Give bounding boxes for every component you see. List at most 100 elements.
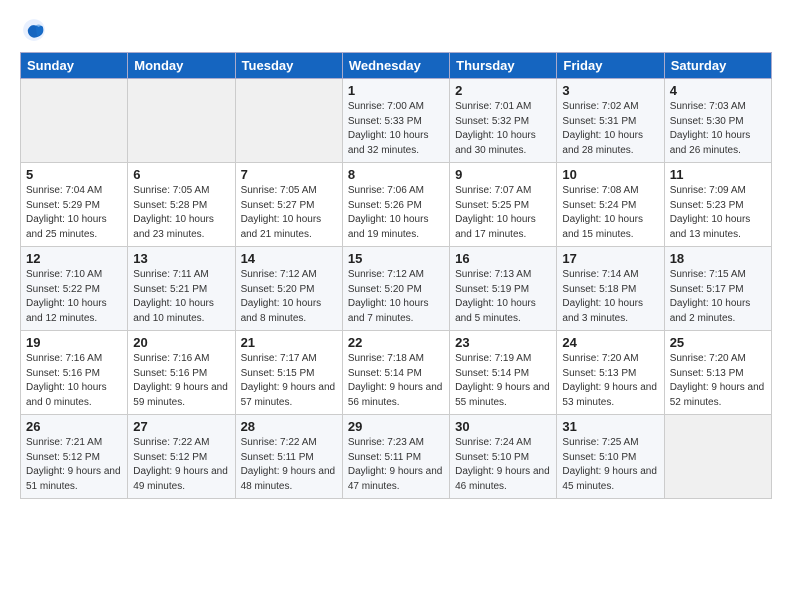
day-number: 3: [562, 83, 658, 98]
day-number: 26: [26, 419, 122, 434]
calendar-cell: 31 Sunrise: 7:25 AM Sunset: 5:10 PM Dayli…: [557, 415, 664, 499]
day-detail: Sunrise: 7:10 AM Sunset: 5:22 PM Dayligh…: [26, 268, 122, 326]
day-header-tuesday: Tuesday: [235, 53, 342, 79]
day-detail: Sunrise: 7:19 AM Sunset: 5:14 PM Dayligh…: [455, 352, 551, 410]
day-detail: Sunrise: 7:06 AM Sunset: 5:26 PM Dayligh…: [348, 184, 444, 242]
calendar-cell: 2 Sunrise: 7:01 AM Sunset: 5:32 PM Daylig…: [450, 79, 557, 163]
calendar-week-2: 5 Sunrise: 7:04 AM Sunset: 5:29 PM Daylig…: [21, 163, 772, 247]
day-detail: Sunrise: 7:04 AM Sunset: 5:29 PM Dayligh…: [26, 184, 122, 242]
day-detail: Sunrise: 7:11 AM Sunset: 5:21 PM Dayligh…: [133, 268, 229, 326]
day-detail: Sunrise: 7:23 AM Sunset: 5:11 PM Dayligh…: [348, 436, 444, 494]
day-number: 25: [670, 335, 766, 350]
calendar-cell: 16Sunrise: 7:13 AM Sunset: 5:19 PM Dayli…: [450, 247, 557, 331]
day-number: 23: [455, 335, 551, 350]
day-number: 16: [455, 251, 551, 266]
day-detail: Sunrise: 7:14 AM Sunset: 5:18 PM Dayligh…: [562, 268, 658, 326]
calendar-cell: 6Sunrise: 7:05 AM Sunset: 5:28 PM Daylig…: [128, 163, 235, 247]
calendar-cell: 4 Sunrise: 7:03 AM Sunset: 5:30 PM Daylig…: [664, 79, 771, 163]
calendar-cell: [128, 79, 235, 163]
day-number: 4: [670, 83, 766, 98]
day-detail: Sunrise: 7:24 AM Sunset: 5:10 PM Dayligh…: [455, 436, 551, 494]
day-number: 9: [455, 167, 551, 182]
day-number: 10: [562, 167, 658, 182]
day-number: 22: [348, 335, 444, 350]
day-detail: Sunrise: 7:09 AM Sunset: 5:23 PM Dayligh…: [670, 184, 766, 242]
logo: [20, 16, 52, 44]
calendar-cell: 18Sunrise: 7:15 AM Sunset: 5:17 PM Dayli…: [664, 247, 771, 331]
calendar-cell: 28Sunrise: 7:22 AM Sunset: 5:11 PM Dayli…: [235, 415, 342, 499]
calendar-cell: 19 Sunrise: 7:16 AM Sunset: 5:16 PM Dayli…: [21, 331, 128, 415]
day-number: 17: [562, 251, 658, 266]
calendar-cell: 3 Sunrise: 7:02 AM Sunset: 5:31 PM Daylig…: [557, 79, 664, 163]
calendar-week-5: 26Sunrise: 7:21 AM Sunset: 5:12 PM Dayli…: [21, 415, 772, 499]
day-detail: Sunrise: 7:12 AM Sunset: 5:20 PM Dayligh…: [348, 268, 444, 326]
day-header-friday: Friday: [557, 53, 664, 79]
calendar-cell: 25 Sunrise: 7:20 AM Sunset: 5:13 PM Dayli…: [664, 331, 771, 415]
day-number: 20: [133, 335, 229, 350]
day-detail: Sunrise: 7:05 AM Sunset: 5:27 PM Dayligh…: [241, 184, 337, 242]
calendar-cell: 22 Sunrise: 7:18 AM Sunset: 5:14 PM Dayli…: [342, 331, 449, 415]
calendar-cell: 7Sunrise: 7:05 AM Sunset: 5:27 PM Daylig…: [235, 163, 342, 247]
day-detail: Sunrise: 7:08 AM Sunset: 5:24 PM Dayligh…: [562, 184, 658, 242]
calendar-header: SundayMondayTuesdayWednesdayThursdayFrid…: [21, 53, 772, 79]
day-detail: Sunrise: 7:16 AM Sunset: 5:16 PM Dayligh…: [26, 352, 122, 410]
calendar-cell: 14 Sunrise: 7:12 AM Sunset: 5:20 PM Dayli…: [235, 247, 342, 331]
calendar-week-1: 1Sunrise: 7:00 AM Sunset: 5:33 PM Daylig…: [21, 79, 772, 163]
header: [20, 16, 772, 44]
day-number: 31: [562, 419, 658, 434]
calendar-week-3: 12Sunrise: 7:10 AM Sunset: 5:22 PM Dayli…: [21, 247, 772, 331]
calendar-cell: 11 Sunrise: 7:09 AM Sunset: 5:23 PM Dayli…: [664, 163, 771, 247]
day-detail: Sunrise: 7:18 AM Sunset: 5:14 PM Dayligh…: [348, 352, 444, 410]
calendar-cell: 20 Sunrise: 7:16 AM Sunset: 5:16 PM Dayli…: [128, 331, 235, 415]
calendar-cell: 1Sunrise: 7:00 AM Sunset: 5:33 PM Daylig…: [342, 79, 449, 163]
calendar-table: SundayMondayTuesdayWednesdayThursdayFrid…: [20, 52, 772, 499]
day-number: 8: [348, 167, 444, 182]
day-detail: Sunrise: 7:02 AM Sunset: 5:31 PM Dayligh…: [562, 100, 658, 158]
day-number: 5: [26, 167, 122, 182]
day-header-saturday: Saturday: [664, 53, 771, 79]
calendar-cell: 26Sunrise: 7:21 AM Sunset: 5:12 PM Dayli…: [21, 415, 128, 499]
logo-icon: [20, 16, 48, 44]
day-detail: Sunrise: 7:03 AM Sunset: 5:30 PM Dayligh…: [670, 100, 766, 158]
day-number: 28: [241, 419, 337, 434]
calendar-cell: 8 Sunrise: 7:06 AM Sunset: 5:26 PM Daylig…: [342, 163, 449, 247]
calendar-cell: 13 Sunrise: 7:11 AM Sunset: 5:21 PM Dayli…: [128, 247, 235, 331]
day-detail: Sunrise: 7:22 AM Sunset: 5:12 PM Dayligh…: [133, 436, 229, 494]
calendar-cell: 24 Sunrise: 7:20 AM Sunset: 5:13 PM Dayli…: [557, 331, 664, 415]
day-detail: Sunrise: 7:16 AM Sunset: 5:16 PM Dayligh…: [133, 352, 229, 410]
day-number: 29: [348, 419, 444, 434]
calendar-cell: [21, 79, 128, 163]
day-number: 19: [26, 335, 122, 350]
day-number: 2: [455, 83, 551, 98]
calendar-cell: 30Sunrise: 7:24 AM Sunset: 5:10 PM Dayli…: [450, 415, 557, 499]
day-number: 24: [562, 335, 658, 350]
day-number: 13: [133, 251, 229, 266]
calendar-cell: 27 Sunrise: 7:22 AM Sunset: 5:12 PM Dayli…: [128, 415, 235, 499]
calendar-cell: [235, 79, 342, 163]
day-number: 14: [241, 251, 337, 266]
day-detail: Sunrise: 7:17 AM Sunset: 5:15 PM Dayligh…: [241, 352, 337, 410]
day-detail: Sunrise: 7:15 AM Sunset: 5:17 PM Dayligh…: [670, 268, 766, 326]
day-detail: Sunrise: 7:12 AM Sunset: 5:20 PM Dayligh…: [241, 268, 337, 326]
calendar-cell: 23 Sunrise: 7:19 AM Sunset: 5:14 PM Dayli…: [450, 331, 557, 415]
day-detail: Sunrise: 7:07 AM Sunset: 5:25 PM Dayligh…: [455, 184, 551, 242]
day-detail: Sunrise: 7:05 AM Sunset: 5:28 PM Dayligh…: [133, 184, 229, 242]
calendar-cell: 29 Sunrise: 7:23 AM Sunset: 5:11 PM Dayli…: [342, 415, 449, 499]
calendar-cell: 17 Sunrise: 7:14 AM Sunset: 5:18 PM Dayli…: [557, 247, 664, 331]
calendar-cell: 5 Sunrise: 7:04 AM Sunset: 5:29 PM Daylig…: [21, 163, 128, 247]
day-number: 21: [241, 335, 337, 350]
calendar-body: 1Sunrise: 7:00 AM Sunset: 5:33 PM Daylig…: [21, 79, 772, 499]
day-detail: Sunrise: 7:20 AM Sunset: 5:13 PM Dayligh…: [670, 352, 766, 410]
calendar-cell: 15 Sunrise: 7:12 AM Sunset: 5:20 PM Dayli…: [342, 247, 449, 331]
day-detail: Sunrise: 7:20 AM Sunset: 5:13 PM Dayligh…: [562, 352, 658, 410]
day-number: 15: [348, 251, 444, 266]
calendar-cell: 9 Sunrise: 7:07 AM Sunset: 5:25 PM Daylig…: [450, 163, 557, 247]
day-number: 11: [670, 167, 766, 182]
day-header-thursday: Thursday: [450, 53, 557, 79]
day-detail: Sunrise: 7:25 AM Sunset: 5:10 PM Dayligh…: [562, 436, 658, 494]
day-detail: Sunrise: 7:01 AM Sunset: 5:32 PM Dayligh…: [455, 100, 551, 158]
calendar-cell: 10 Sunrise: 7:08 AM Sunset: 5:24 PM Dayli…: [557, 163, 664, 247]
day-number: 27: [133, 419, 229, 434]
day-header-monday: Monday: [128, 53, 235, 79]
calendar-week-4: 19 Sunrise: 7:16 AM Sunset: 5:16 PM Dayli…: [21, 331, 772, 415]
